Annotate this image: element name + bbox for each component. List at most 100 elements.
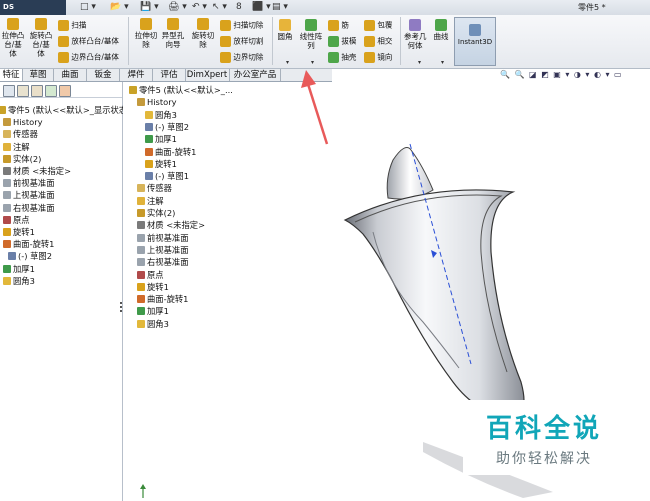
tab-4[interactable]: 焊件	[120, 69, 153, 81]
divider	[0, 97, 122, 98]
shell-button[interactable]: 抽壳	[328, 52, 356, 63]
tree-item-label: (-) 草图2	[18, 251, 52, 262]
ribbon-button-label: 参考几 何体	[404, 32, 427, 50]
configuration-tab-icon[interactable]	[31, 85, 43, 97]
ribbon-button-label: 旋转切 除	[191, 31, 215, 49]
tab-1[interactable]: 草图	[23, 69, 54, 81]
quick-access-button[interactable]: 🖨 ▾	[168, 1, 187, 13]
loft-boss-button[interactable]: 放样凸台/基体	[58, 36, 119, 47]
sensor-icon	[3, 130, 11, 139]
tree-item[interactable]: 原点	[3, 214, 30, 226]
tree-item[interactable]: 曲面-旋转1	[3, 238, 54, 250]
tab-6[interactable]: DimXpert	[185, 69, 230, 81]
rib-button[interactable]: 筋	[328, 20, 349, 31]
quick-access-button[interactable]: ▤ ▾	[272, 1, 288, 13]
tree-item[interactable]: 零件5 (默认<<默认>_显示状态	[0, 104, 127, 116]
tree-item[interactable]: 圆角3	[3, 275, 35, 287]
tab-3[interactable]: 钣金	[87, 69, 120, 81]
curves-dropdown-arrow[interactable]: ▾	[441, 59, 444, 66]
dimxpert-tab-icon[interactable]	[45, 85, 57, 97]
featuremanager-tab-icon[interactable]	[3, 85, 15, 97]
tree-item[interactable]: 注解	[3, 141, 30, 153]
sweep-button[interactable]: 扫描	[58, 20, 86, 31]
quick-access-button[interactable]: ↶ ▾	[192, 1, 207, 13]
tree-item[interactable]: 实体(2)	[3, 153, 41, 165]
wrap-button[interactable]: 包覆	[364, 20, 392, 31]
origin-icon	[3, 215, 11, 224]
curves-button[interactable]: 曲线	[432, 19, 450, 41]
extrude-cut-icon	[140, 18, 152, 30]
propertymanager-tab-icon[interactable]	[17, 85, 29, 97]
shell-icon	[328, 52, 339, 63]
wrap-icon	[364, 20, 375, 31]
extrude-cut-button[interactable]: 拉伸切 除	[134, 18, 158, 49]
heads-up-view-toolbar[interactable]: 🔍 🔍 ◪ ◩ ▣ ▾ ◑ ▾ ◐ ▾ ▭	[500, 70, 623, 79]
fillet-button[interactable]: 圆角	[276, 19, 294, 41]
tree-item-label: History	[13, 117, 43, 128]
ribbon-separator	[400, 17, 401, 65]
revolve-icon	[3, 228, 11, 236]
origin-triad-icon	[140, 484, 146, 498]
tab-7[interactable]: 办公室产品	[230, 69, 281, 81]
revolve-boss-button[interactable]: 旋转凸 台/基 体	[29, 18, 53, 58]
tree-item[interactable]: 加厚1	[3, 263, 35, 275]
quick-access-button[interactable]: □ ▾	[80, 1, 96, 13]
command-manager-ribbon: 拉伸凸 台/基 体旋转凸 台/基 体 拉伸切 除异型孔 向导 旋转切 除 圆角 线性阵 …	[0, 15, 650, 69]
hole-wizard-icon	[167, 18, 179, 30]
tree-item[interactable]: (-) 草图2	[8, 250, 52, 262]
plane-icon	[3, 191, 11, 200]
instant3d-button[interactable]: Instant3D	[454, 17, 496, 66]
curves-icon	[435, 19, 447, 31]
draft-icon	[328, 36, 339, 47]
watermark-title: 百科全说	[485, 414, 602, 444]
tree-item[interactable]: 材质 <未指定>	[3, 165, 71, 177]
boundary-boss-button[interactable]: 边界凸台/基体	[58, 52, 119, 63]
lofted-cut-button[interactable]: 放样切割	[220, 36, 263, 47]
intersect-button[interactable]: 相交	[364, 36, 392, 47]
quick-access-button[interactable]: ↖ ▾	[212, 1, 227, 13]
tab-0[interactable]: 特征	[0, 69, 23, 81]
reference-geometry-button[interactable]: 参考几 何体	[404, 19, 427, 50]
boundary-cut-button[interactable]: 边界切除	[220, 52, 263, 63]
model-body	[343, 189, 525, 415]
ribbon-button-label: 拉伸凸 台/基 体	[1, 31, 25, 58]
swept-cut-button[interactable]: 扫描切除	[220, 20, 263, 31]
quick-access-button[interactable]: 💾 ▾	[140, 1, 159, 13]
draft-button[interactable]: 拔模	[328, 36, 356, 47]
surface-icon	[3, 240, 11, 249]
revolve-cut-icon	[197, 18, 209, 30]
tree-item[interactable]: History	[3, 116, 43, 128]
extrude-boss-icon	[7, 18, 19, 30]
linear-pattern-icon	[305, 19, 317, 31]
tree-item-label: 前视基准面	[13, 178, 55, 189]
tree-item-label: 材质 <未指定>	[13, 166, 72, 176]
tree-item[interactable]: 右视基准面	[3, 202, 55, 214]
tab-2[interactable]: 曲面	[54, 69, 87, 81]
tree-item-label: 传感器	[13, 129, 38, 140]
refgeom-dropdown-arrow[interactable]: ▾	[418, 59, 421, 66]
extrude-boss-button[interactable]: 拉伸凸 台/基 体	[1, 18, 25, 58]
feature-manager-panel: 零件5 (默认<<默认>_显示状态 History 传感器 注解 实体(2) 材质 <未指…	[0, 82, 127, 501]
linear-pattern-button[interactable]: 线性阵 列	[298, 19, 324, 50]
instant3d-icon	[469, 24, 481, 36]
mirror-button[interactable]: 镜向	[364, 52, 392, 63]
quick-access-button[interactable]: 8	[236, 1, 242, 13]
tab-5[interactable]: 评估	[153, 69, 186, 81]
quick-access-button[interactable]: ⬛ ▾	[252, 1, 271, 13]
ribbon-separator	[272, 17, 273, 65]
revolve-cut-button[interactable]: 旋转切 除	[191, 18, 215, 49]
tree-item[interactable]: 前视基准面	[3, 177, 55, 189]
tree-item-label: 曲面-旋转1	[13, 239, 55, 250]
fillet-dropdown-arrow[interactable]: ▾	[286, 59, 289, 66]
tree-item[interactable]: 上视基准面	[3, 189, 55, 201]
quick-access-button[interactable]: 📂 ▾	[110, 1, 129, 13]
annotation-icon	[3, 142, 11, 151]
revolve-boss-icon	[35, 18, 47, 30]
hole-wizard-button[interactable]: 异型孔 向导	[161, 18, 185, 49]
panel-splitter[interactable]	[120, 300, 123, 320]
tree-item[interactable]: 传感器	[3, 128, 38, 140]
display-manager-tab-icon[interactable]	[59, 85, 71, 97]
mirror-icon	[364, 52, 375, 63]
document-title: 零件5 *	[578, 3, 606, 12]
tree-item[interactable]: 旋转1	[3, 226, 35, 238]
